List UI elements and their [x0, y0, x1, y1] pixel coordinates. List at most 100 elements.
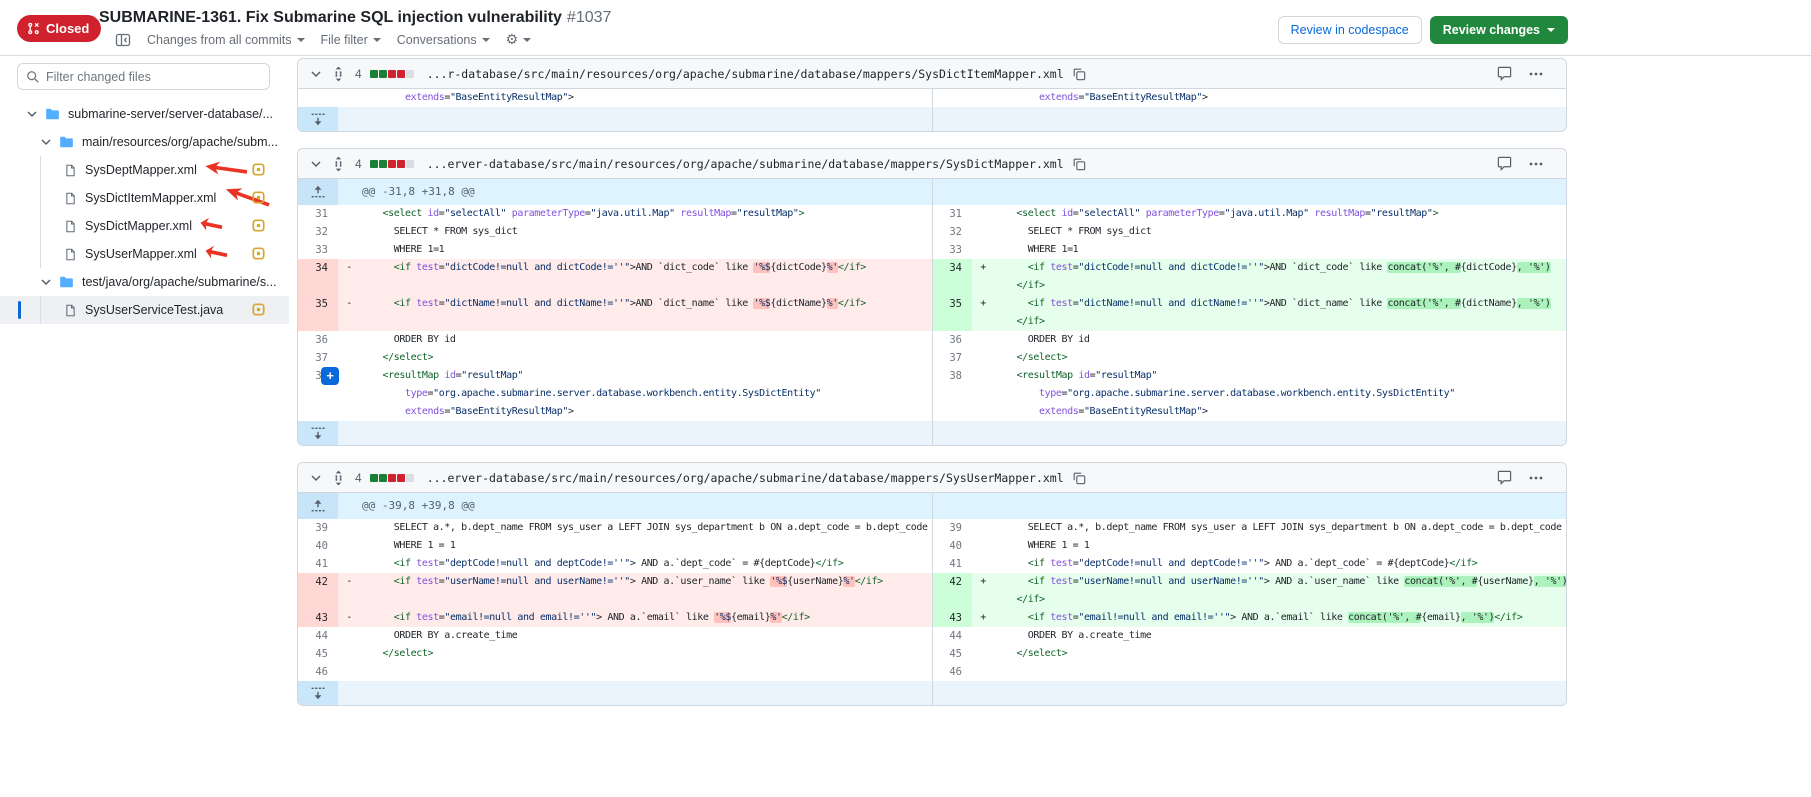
line-number: 40 [298, 537, 338, 555]
modified-square-icon [252, 303, 265, 316]
copy-path-button[interactable] [1072, 471, 1086, 485]
changes-from-dropdown[interactable]: Changes from all commits [147, 33, 305, 47]
line-number: 43 [298, 609, 338, 627]
diff-sign [972, 367, 994, 421]
diff-row: 38 <resultMap id="resultMap" type="org.a… [298, 367, 1566, 421]
line-number: 46 [932, 663, 972, 681]
code-line: <if test="dictCode!=null and dictCode!='… [994, 259, 1566, 295]
tree-item-label: main/resources/org/apache/subm... [82, 135, 278, 149]
sidebar-collapse-icon[interactable] [115, 32, 131, 48]
diff-right-cell: 34+ <if test="dictCode!=null and dictCod… [932, 259, 1566, 295]
code-line: SELECT a.*, b.dept_name FROM sys_user a … [994, 519, 1566, 537]
code-line: SELECT * FROM sys_dict [360, 223, 932, 241]
annotation-arrow-icon [203, 243, 228, 264]
diff-left-cell: 33 WHERE 1=1 [298, 241, 932, 259]
comment-button[interactable] [1497, 470, 1512, 485]
line-number: 36 [932, 331, 972, 349]
expand-down-button[interactable] [298, 681, 338, 705]
modified-square-icon [252, 219, 265, 232]
chevron-down-icon [482, 38, 490, 42]
drag-grabber-icon[interactable] [332, 470, 345, 486]
expand-row [298, 107, 1566, 131]
status-badge: Closed [17, 15, 101, 42]
diff-sign [338, 627, 360, 645]
expand-hunk-button[interactable] [298, 179, 338, 205]
modified-square-icon [252, 163, 265, 176]
expand-down-button[interactable] [298, 107, 338, 131]
filter-changed-files-input[interactable] [46, 70, 261, 84]
fold-down-icon [311, 426, 325, 440]
diff-left-cell: 41 <if test="deptCode!=null and deptCode… [298, 555, 932, 573]
diff-row: 34- <if test="dictCode!=null and dictCod… [298, 259, 1566, 295]
collapse-file-button[interactable] [308, 470, 324, 486]
conversations-dropdown[interactable]: Conversations [397, 33, 490, 47]
chevron-down-icon [297, 38, 305, 42]
gear-icon: ⚙ [506, 31, 519, 48]
fold-down-icon [311, 112, 325, 126]
modified-square-icon [252, 247, 265, 260]
tree-item-label: SysUserMapper.xml [85, 247, 197, 261]
expand-hunk-button[interactable] [298, 493, 338, 519]
review-changes-button[interactable]: Review changes [1430, 16, 1568, 44]
chevron-down-icon [24, 106, 40, 122]
collapse-file-button[interactable] [308, 66, 324, 82]
file-options-kebab-button[interactable] [1528, 156, 1544, 172]
file-options-kebab-button[interactable] [1528, 66, 1544, 82]
comment-button[interactable] [1497, 156, 1512, 171]
review-in-codespace-button[interactable]: Review in codespace [1278, 16, 1422, 44]
diff-left-cell: 32 SELECT * FROM sys_dict [298, 223, 932, 241]
diff-row: 39 SELECT a.*, b.dept_name FROM sys_user… [298, 519, 1566, 537]
diffstat-block-add [379, 474, 387, 482]
diffstat [370, 70, 415, 78]
diff-left-cell: 34- <if test="dictCode!=null and dictCod… [298, 259, 932, 295]
add-comment-plus-button[interactable]: + [321, 367, 339, 385]
collapse-file-button[interactable] [308, 156, 324, 172]
diff-sign [338, 89, 360, 107]
tree-file-sysdictmapper-xml[interactable]: SysDictMapper.xml [0, 212, 289, 240]
file-options-kebab-button[interactable] [1528, 470, 1544, 486]
code-line: <select id="selectAll" parameterType="ja… [994, 205, 1566, 223]
file-header: 4...r-database/src/main/resources/org/ap… [298, 59, 1566, 89]
tree-file-sysuserservicetest-java[interactable]: SysUserServiceTest.java [0, 296, 289, 324]
file-filter-dropdown[interactable]: File filter [321, 33, 381, 47]
chevron-down-icon [38, 134, 54, 150]
file-diff-panel-2: 4...erver-database/src/main/resources/or… [297, 148, 1567, 446]
changes-from-label: Changes from all commits [147, 33, 292, 47]
diff-settings-dropdown[interactable]: ⚙ [506, 31, 532, 48]
comment-button[interactable] [1497, 66, 1512, 81]
code-line: <resultMap id="resultMap" type="org.apac… [994, 367, 1566, 421]
file-icon [64, 303, 77, 318]
diff-row: 36 ORDER BY id36 ORDER BY id [298, 331, 1566, 349]
tree-folder-submarine-server-server-database[interactable]: submarine-server/server-database/... [0, 100, 289, 128]
tree-item-label: SysUserServiceTest.java [85, 303, 223, 317]
line-number: 34 [298, 259, 338, 295]
drag-grabber-icon[interactable] [332, 66, 345, 82]
code-line [994, 663, 1566, 681]
code-line: <if test="dictName!=null and dictName!='… [360, 295, 932, 331]
tree-item-label: submarine-server/server-database/... [68, 107, 273, 121]
copy-path-button[interactable] [1072, 157, 1086, 171]
file-icon [64, 219, 77, 234]
chevron-down-icon [38, 274, 54, 290]
diffstat [370, 160, 415, 168]
diff-sign [338, 205, 360, 223]
diff-right-cell: extends="BaseEntityResultMap"> [932, 89, 1566, 107]
tree-item-label: test/java/org/apache/submarine/s... [82, 275, 277, 289]
tree-file-sysdeptmapper-xml[interactable]: SysDeptMapper.xml [0, 156, 289, 184]
file-header: 4...erver-database/src/main/resources/or… [298, 463, 1566, 493]
diffstat-block-del [388, 160, 396, 168]
folder-icon [59, 275, 74, 289]
code-line: <if test="dictName!=null and dictName!='… [994, 295, 1566, 331]
tree-folder-main-resources-org-apache-subm[interactable]: main/resources/org/apache/subm... [0, 128, 289, 156]
tree-file-sysdictitemmapper-xml[interactable]: SysDictItemMapper.xml [0, 184, 289, 212]
diff-row: 43- <if test="email!=null and email!=''"… [298, 609, 1566, 627]
copy-path-button[interactable] [1072, 67, 1086, 81]
diff-sign: - [338, 573, 360, 609]
tree-file-sysusermapper-xml[interactable]: SysUserMapper.xml [0, 240, 289, 268]
tree-folder-test-java-org-apache-submarine-s[interactable]: test/java/org/apache/submarine/s... [0, 268, 289, 296]
drag-grabber-icon[interactable] [332, 156, 345, 172]
code-line: <resultMap id="resultMap" type="org.apac… [360, 367, 932, 421]
expand-down-button[interactable] [298, 421, 338, 445]
diffstat-block-empty [406, 160, 414, 168]
file-diff-panel-1: 4...r-database/src/main/resources/org/ap… [297, 58, 1567, 132]
